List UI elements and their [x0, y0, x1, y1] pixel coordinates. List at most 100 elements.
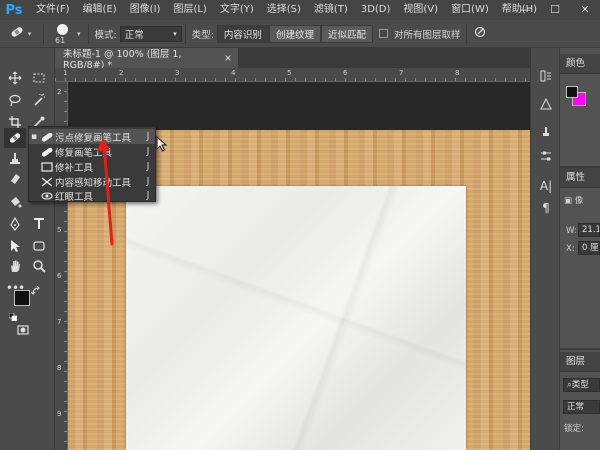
sample-all-layers-checkbox[interactable]: [378, 29, 388, 38]
hand-tool[interactable]: [4, 256, 26, 276]
type-create-texture-button[interactable]: 创建纹理: [268, 24, 321, 43]
clone-source-icon[interactable]: [538, 124, 554, 140]
type-content-aware-button[interactable]: 内容识别: [216, 24, 269, 43]
tool-preset-picker[interactable]: ▾: [0, 20, 40, 48]
brush-size-value: 61: [55, 35, 66, 45]
menu-window[interactable]: 窗口(W): [443, 0, 494, 20]
ruler-number: 6: [343, 69, 348, 77]
color-panel-tab[interactable]: 颜色: [560, 54, 600, 74]
eraser-icon: [11, 174, 20, 184]
crop-icon: [9, 116, 21, 128]
brush-size-picker[interactable]: 61: [47, 20, 77, 48]
menu-view[interactable]: 视图(V): [395, 0, 443, 20]
maximize-button[interactable]: ☐: [540, 0, 570, 20]
ruler-number: 2: [57, 88, 62, 96]
patch-icon: [39, 161, 55, 172]
character-icon[interactable]: A|: [538, 178, 554, 194]
bandage-icon: [9, 133, 21, 143]
type-t-icon: [34, 218, 44, 229]
ruler-number: 3: [175, 69, 180, 77]
ruler-number: 5: [287, 69, 292, 77]
flyout-item-shortcut: J: [146, 131, 150, 142]
brush-tip-icon: [57, 23, 68, 35]
layers-panel-tab[interactable]: 图层: [560, 352, 600, 372]
layers-filter-select[interactable]: ⌕类型: [563, 378, 600, 392]
magic-wand-tool[interactable]: [28, 90, 50, 110]
menu-image[interactable]: 图像(I): [122, 0, 166, 20]
minimize-button[interactable]: —: [510, 0, 540, 20]
flyout-item-shortcut: J: [146, 176, 150, 187]
bandage-icon: [9, 25, 25, 42]
ruler-number: 2: [119, 69, 124, 77]
document-tab-title: 未标题-1 @ 100% (图层 1, RGB/8#) *: [63, 48, 182, 71]
swap-colors-icon[interactable]: [30, 285, 41, 296]
close-tab-icon[interactable]: ×: [224, 53, 232, 64]
ruler-number: 6: [57, 272, 62, 280]
selected-bullet-icon: ▪: [30, 131, 38, 142]
rect-marquee-icon: [33, 73, 45, 83]
type-tool[interactable]: [28, 214, 50, 234]
divider: [466, 23, 468, 44]
red-eye-icon: [39, 191, 55, 201]
document-tab[interactable]: 未标题-1 @ 100% (图层 1, RGB/8#) * ×: [55, 48, 238, 71]
gradient-tool[interactable]: [4, 192, 26, 212]
pen-tool[interactable]: [4, 214, 26, 234]
width-field[interactable]: 21.1: [578, 223, 600, 237]
window-controls: — ☐ ✕: [510, 0, 600, 20]
ruler-number: 9: [57, 410, 62, 418]
width-label: W:: [566, 226, 577, 236]
color-panel-foreground[interactable]: [566, 86, 578, 98]
chevron-down-icon[interactable]: ▾: [77, 30, 81, 38]
ruler-number: 7: [57, 318, 62, 326]
properties-panel-tab[interactable]: 属性: [560, 168, 600, 188]
quick-mask-button[interactable]: [14, 322, 32, 338]
shape-tool[interactable]: [28, 236, 50, 256]
tools-panel: •••: [0, 48, 55, 450]
menu-select[interactable]: 选择(S): [259, 0, 306, 20]
chevron-down-icon: ▾: [27, 29, 32, 38]
blend-mode-select[interactable]: 正常: [563, 400, 600, 414]
adjustments-icon[interactable]: [538, 148, 554, 164]
pressure-pen-icon[interactable]: [474, 26, 486, 41]
menu-edit[interactable]: 编辑(E): [75, 0, 122, 20]
menu-file[interactable]: 文件(F): [28, 0, 75, 20]
brush-tool[interactable]: [4, 148, 26, 168]
lasso-icon: [9, 94, 21, 107]
rounded-rect-icon: [33, 241, 45, 251]
type-proximity-match-button[interactable]: 近似匹配: [320, 24, 373, 43]
history-icon[interactable]: [538, 68, 554, 84]
type-label: 类型:: [191, 29, 214, 41]
lasso-tool[interactable]: [4, 90, 26, 110]
menu-3d[interactable]: 3D(D): [353, 0, 396, 20]
default-colors-icon[interactable]: [8, 312, 18, 322]
layers-filter-label: 类型: [571, 380, 589, 390]
move-tool[interactable]: [4, 68, 26, 88]
menu-layer[interactable]: 图层(L): [165, 0, 211, 20]
foreground-color: [15, 291, 29, 305]
zoom-tool[interactable]: [28, 256, 50, 276]
annotation-arrow-icon: [96, 138, 114, 246]
flyout-item-shortcut: J: [146, 161, 150, 172]
flyout-item-shortcut: J: [146, 190, 150, 201]
menu-type[interactable]: 文字(Y): [212, 0, 259, 20]
bandage-icon: [39, 132, 55, 142]
magic-wand-icon: [34, 93, 45, 106]
close-button[interactable]: ✕: [570, 0, 600, 20]
paragraph-icon[interactable]: ¶: [538, 200, 554, 216]
menu-filter[interactable]: 滤镜(T): [306, 0, 353, 20]
pixel-layer-label: 像: [574, 196, 584, 206]
foreground-color-swatch[interactable]: [14, 290, 30, 306]
right-panels: 颜色 属性 ▣ 像 W: 21.1 X: 0 厘 图层 ⌕类型 正常 锁定:: [560, 48, 600, 450]
panel-divider: [560, 348, 600, 350]
move-icon: [8, 71, 22, 85]
spot-healing-brush-tool[interactable]: [4, 128, 26, 148]
lock-label: 锁定:: [564, 424, 584, 434]
ruler-number: 8: [57, 364, 62, 372]
marquee-tool[interactable]: [28, 68, 50, 88]
brush-settings-icon[interactable]: [538, 96, 554, 112]
x-field[interactable]: 0 厘: [578, 241, 600, 255]
quick-mask-icon: [17, 325, 29, 335]
eraser-tool[interactable]: [4, 168, 26, 188]
mode-select[interactable]: 正常 ▾: [119, 25, 182, 42]
path-selection-tool[interactable]: [4, 236, 26, 256]
